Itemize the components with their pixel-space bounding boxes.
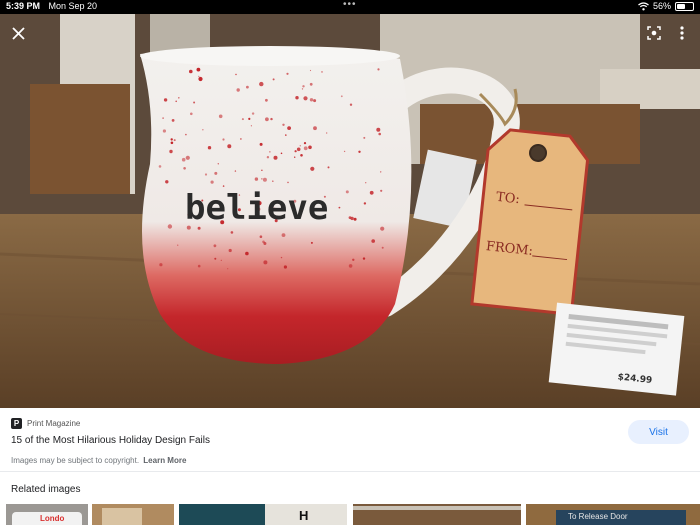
lens-icon [647, 26, 661, 40]
status-right: 56% [638, 1, 694, 11]
learn-more-link[interactable]: Learn More [143, 456, 186, 465]
source-logo-icon: P [11, 418, 22, 429]
source-name: Print Magazine [27, 419, 81, 428]
image-viewer[interactable]: believe TO: FROM: $24.99 [0, 14, 700, 408]
result-title[interactable]: 15 of the Most Hilarious Holiday Design … [11, 435, 210, 446]
status-bar: 5:39 PM Mon Sep 20 ••• 56% [0, 0, 700, 14]
tag-to-label: TO: [495, 190, 520, 207]
related-thumb[interactable]: Londo [6, 504, 88, 525]
related-thumb[interactable]: To Release Door [526, 504, 700, 525]
mug-text: believe [185, 188, 328, 228]
multitasking-dots-icon[interactable]: ••• [343, 0, 357, 10]
mug-photo: believe TO: FROM: $24.99 [0, 14, 700, 408]
related-images-heading: Related images [11, 484, 81, 495]
close-button[interactable] [7, 22, 29, 44]
battery-fill [677, 3, 685, 9]
divider [0, 471, 700, 472]
more-vertical-icon [680, 26, 684, 40]
status-left: 5:39 PM Mon Sep 20 [6, 1, 97, 11]
visit-button[interactable]: Visit [628, 420, 689, 444]
more-options-button[interactable] [671, 22, 693, 44]
source-row[interactable]: P Print Magazine [11, 418, 80, 429]
battery-percent: 56% [652, 1, 671, 11]
close-icon [11, 26, 25, 40]
copyright-notice: Images may be subject to copyright. Lear… [11, 456, 186, 465]
result-card: P Print Magazine 15 of the Most Hilariou… [0, 408, 700, 525]
related-thumb-caption: Londo [40, 514, 65, 523]
copyright-text: Images may be subject to copyright. [11, 456, 140, 465]
battery-icon [675, 1, 694, 11]
wifi-icon [638, 1, 649, 10]
status-date: Mon Sep 20 [48, 1, 98, 11]
related-thumb[interactable] [353, 504, 521, 525]
lens-button[interactable] [643, 22, 665, 44]
related-thumb[interactable]: H [179, 504, 347, 525]
related-thumb[interactable] [92, 504, 174, 525]
related-thumb-caption: To Release Door [568, 512, 628, 521]
related-thumb-caption: H [299, 508, 309, 523]
status-time: 5:39 PM [6, 1, 41, 11]
